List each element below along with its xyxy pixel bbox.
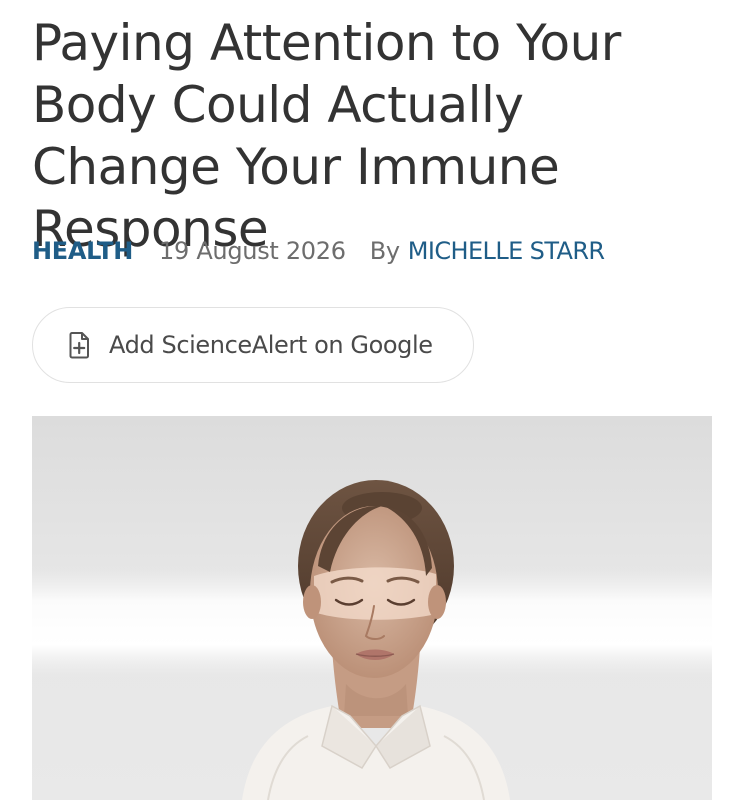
add-on-google-label: Add ScienceAlert on Google	[109, 331, 433, 359]
article-page: Paying Attention to Your Body Could Actu…	[0, 0, 742, 800]
hero-image	[32, 416, 712, 800]
author-link[interactable]: MICHELLE STARR	[408, 237, 605, 265]
category-link[interactable]: HEALTH	[32, 237, 133, 265]
byline-label: By	[369, 237, 400, 265]
add-document-icon	[67, 331, 93, 359]
article-meta: HEALTH 19 August 2026 By MICHELLE STARR	[32, 234, 605, 268]
article-title: Paying Attention to Your Body Could Actu…	[32, 14, 621, 258]
publish-date: 19 August 2026	[159, 237, 346, 265]
add-on-google-button[interactable]: Add ScienceAlert on Google	[32, 307, 474, 383]
woman-eyes-closed-photo	[32, 416, 712, 800]
